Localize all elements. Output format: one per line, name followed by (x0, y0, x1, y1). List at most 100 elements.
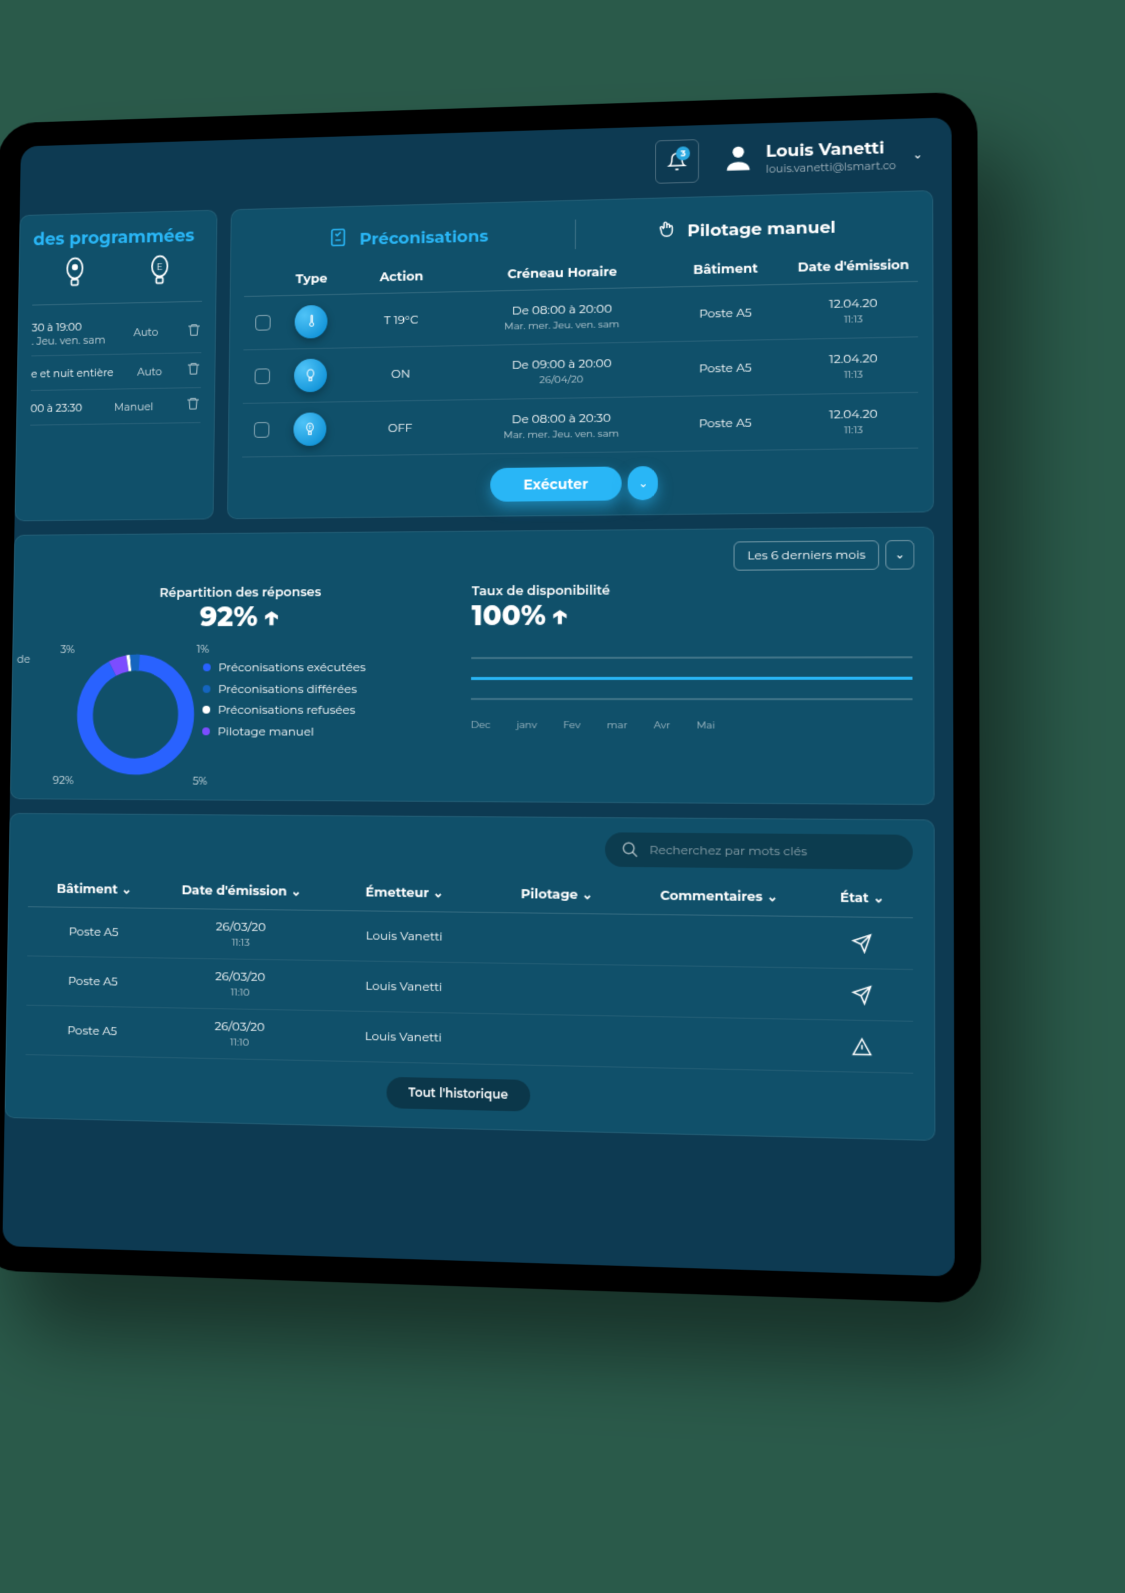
table-row: E OFF De 08:00 à 20:30Mar. mer. Jeu. ven… (242, 393, 918, 458)
cell-batiment: Poste A5 (27, 924, 160, 941)
legend-item: Pilotage manuel (218, 724, 314, 739)
tab-preconisations[interactable]: Préconisations (245, 215, 575, 261)
plug-icon: E (293, 412, 326, 446)
tab-label: Préconisations (359, 226, 488, 249)
legend-item: Préconisations exécutées (218, 660, 365, 675)
availability-chart (471, 656, 913, 700)
col-creneau: Créneau Horaire (463, 263, 662, 283)
row-mode: Auto (133, 325, 158, 339)
svg-text:E: E (157, 262, 163, 273)
delete-button[interactable] (186, 361, 201, 380)
cell-time: 11:13 (789, 366, 918, 381)
tab-label: Pilotage manuel (687, 217, 835, 241)
col-action: Action (340, 268, 463, 286)
row-checkbox[interactable] (255, 368, 271, 384)
arrow-up-icon: ↑ (263, 600, 280, 634)
scheduled-row: 00 à 23:30 Manuel (30, 388, 201, 426)
col-emetteur[interactable]: Émetteur ⌄ (322, 884, 487, 902)
cell-time: 11:13 (789, 311, 918, 327)
col-pilotage[interactable]: Pilotage ⌄ (487, 886, 627, 904)
col-comment[interactable]: Commentaires ⌄ (627, 887, 812, 905)
recommendations-card: Préconisations Pilotage manuel Type Acti… (227, 190, 934, 519)
month-label: Mai (697, 718, 715, 731)
cell-date: 26/03/20 (159, 1018, 321, 1036)
donut-label: 3% (60, 642, 75, 656)
cell-action: T 19°C (340, 311, 463, 328)
avatar-icon (721, 140, 755, 180)
chart-legend: Préconisations exécutées Préconisations … (202, 657, 366, 784)
cell-action: OFF (339, 420, 462, 437)
cell-batiment: Poste A5 (26, 1022, 159, 1039)
tab-pilotage-manuel[interactable]: Pilotage manuel (575, 206, 918, 254)
col-etat[interactable]: État ⌄ (812, 889, 913, 907)
light-icon[interactable] (61, 256, 88, 296)
chevron-down-icon: ⌄ (873, 890, 884, 907)
search-input[interactable]: Recherchez par mots clés (605, 832, 913, 869)
period-dropdown[interactable]: ⌄ (885, 540, 914, 570)
chevron-down-icon: ⌄ (895, 547, 905, 562)
delete-button[interactable] (185, 396, 201, 415)
cell-emetteur: Louis Vanetti (321, 1028, 486, 1046)
send-icon[interactable] (812, 983, 913, 1005)
user-menu[interactable]: Louis Vanetti louis.vanetti@lsmart.co ⌄ (721, 135, 923, 180)
col-date: Date d'émission (789, 257, 918, 276)
stats-card: Les 6 derniers mois ⌄ Répartition des ré… (10, 527, 935, 805)
stat-value: 100%↑ (471, 597, 912, 633)
col-type: Type (283, 270, 341, 287)
row-checkbox[interactable] (254, 422, 270, 438)
user-email: louis.vanetti@lsmart.co (766, 158, 896, 176)
cell-date: 12.04.20 (789, 294, 918, 312)
legend-item: Préconisations différées (218, 682, 357, 697)
month-label: janv (516, 718, 537, 731)
send-icon[interactable] (812, 932, 913, 954)
chevron-down-icon: ⌄ (767, 889, 778, 906)
execute-button[interactable]: Exécuter (490, 466, 622, 501)
chevron-down-icon: ⌄ (121, 882, 132, 898)
donut-label: 5% (193, 774, 208, 788)
chevron-down-icon: ⌄ (433, 885, 444, 901)
row-mode: Manuel (114, 399, 153, 413)
col-batiment: Bâtiment (662, 260, 789, 279)
cell-days: Mar. mer. Jeu. ven. sam (462, 425, 662, 441)
plug-e-icon[interactable]: E (146, 254, 173, 294)
cell-batiment: Poste A5 (662, 359, 789, 376)
history-card: Recherchez par mots clés Bâtiment ⌄ Date… (5, 813, 936, 1141)
scheduled-row: e et nuit entière Auto (31, 353, 202, 391)
month-label: Avr (654, 718, 671, 731)
donut-label: 1% (196, 642, 209, 656)
chevron-down-icon: ⌄ (582, 887, 593, 903)
arrow-up-icon: ↑ (552, 599, 569, 633)
col-date[interactable]: Date d'émission ⌄ (161, 882, 323, 900)
search-icon (621, 841, 639, 859)
chevron-down-icon: ⌄ (912, 147, 922, 162)
scheduled-commands-card: des programmées E 30 à 19:00. Jeu. ven. … (15, 210, 218, 522)
chevron-down-icon: ⌄ (291, 884, 302, 900)
execute-dropdown[interactable]: ⌄ (628, 466, 658, 500)
stat-value: 92%↑ (32, 599, 451, 634)
notifications-button[interactable]: 3 (655, 139, 699, 184)
cell-batiment: Poste A5 (662, 304, 789, 322)
cell-batiment: Poste A5 (27, 973, 160, 990)
cell-action: ON (339, 365, 462, 382)
all-history-button[interactable]: Tout l'historique (386, 1077, 530, 1112)
truncated-text: de (17, 652, 30, 666)
row-checkbox[interactable] (255, 315, 271, 331)
cell-date: 26/03/20 (160, 919, 322, 936)
donut-chart: 3% 1% 92% 5% (68, 646, 203, 784)
row-time: 00 à 23:30 (30, 400, 82, 414)
col-batiment[interactable]: Bâtiment ⌄ (28, 881, 161, 898)
cell-creneau: De 08:00 à 20:30 (462, 410, 662, 428)
delete-button[interactable] (186, 322, 201, 341)
month-axis: Dec janv Fev mar Avr Mai (471, 718, 913, 732)
cell-days: Mar. mer. Jeu. ven. sam (462, 316, 662, 333)
cell-date: 26/03/20 (159, 968, 321, 986)
period-select[interactable]: Les 6 derniers mois (734, 540, 879, 570)
warning-icon[interactable] (812, 1035, 913, 1058)
search-placeholder: Recherchez par mots clés (649, 842, 807, 859)
thermometer-icon (294, 305, 327, 339)
row-mode: Auto (137, 364, 162, 378)
cell-days: 26/04/20 (462, 371, 662, 387)
cell-date: 12.04.20 (789, 406, 918, 423)
cell-emetteur: Louis Vanetti (321, 978, 486, 996)
lightbulb-icon (294, 359, 327, 393)
